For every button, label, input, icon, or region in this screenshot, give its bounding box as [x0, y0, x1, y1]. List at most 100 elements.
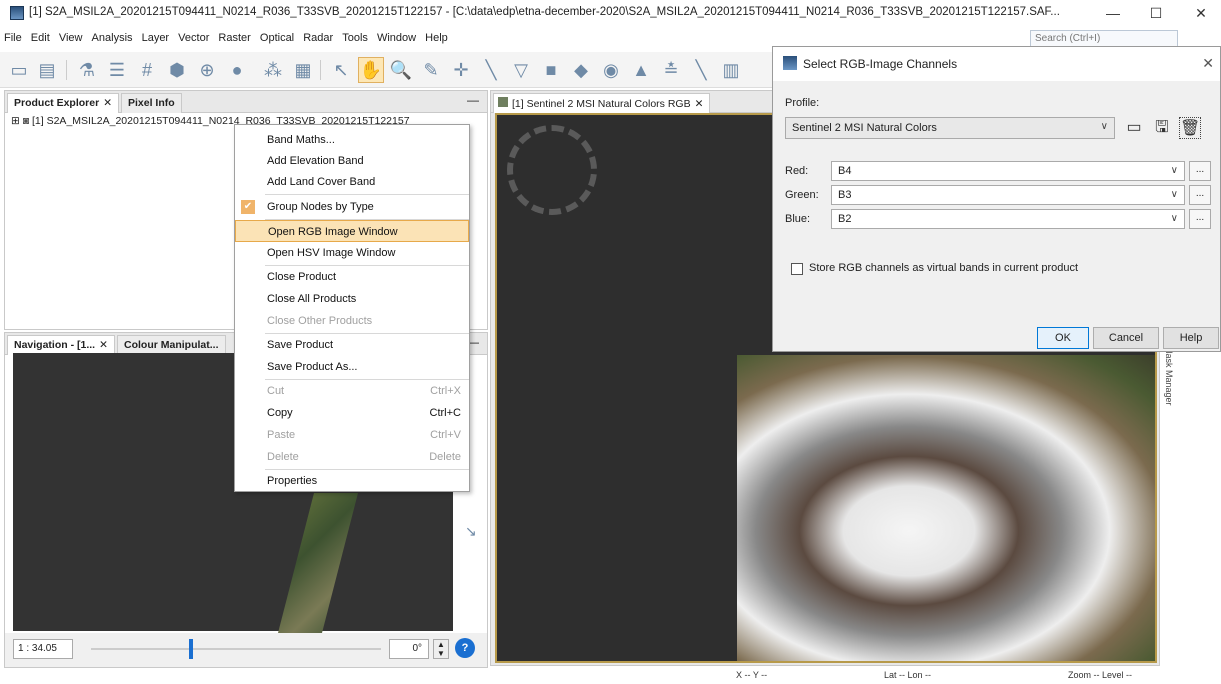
ellipse-tool-icon[interactable]: ◆ — [568, 57, 594, 83]
tab-product-explorer[interactable]: Product Explorer ✕ — [7, 93, 119, 113]
zoom-tool-icon[interactable]: 🔍 — [388, 57, 414, 83]
select-tool-icon[interactable]: ↖ — [328, 57, 354, 83]
pin-tool-icon[interactable]: ✎ — [418, 57, 444, 83]
save-product-icon[interactable]: ▤ — [34, 57, 60, 83]
red-expression-button[interactable]: ... — [1189, 161, 1211, 181]
scale-field[interactable]: 1 : 34.05 — [13, 639, 73, 659]
close-icon[interactable]: ✕ — [103, 97, 112, 109]
menu-item-band-maths[interactable]: Band Maths... — [235, 129, 469, 151]
help-icon[interactable]: ? — [455, 638, 475, 658]
tab-navigation[interactable]: Navigation - [1... ✕ — [7, 335, 115, 355]
close-icon[interactable]: ✕ — [695, 98, 704, 110]
menu-item-label: Open RGB Image Window — [268, 226, 398, 238]
profile-select[interactable]: Sentinel 2 MSI Natural Colors ∨ — [785, 117, 1115, 139]
store-virtual-bands-checkbox[interactable] — [791, 263, 803, 275]
menu-window[interactable]: Window — [377, 32, 416, 44]
xy-readout: X -- Y -- — [736, 670, 768, 680]
menu-file[interactable]: File — [4, 32, 22, 44]
blue-expression-button[interactable]: ... — [1189, 209, 1211, 229]
ok-button[interactable]: OK — [1037, 327, 1089, 349]
menu-layer[interactable]: Layer — [142, 32, 170, 44]
delete-profile-icon[interactable]: 🗑 — [1179, 117, 1201, 139]
help-button[interactable]: Help — [1163, 327, 1219, 349]
sync-cursor-icon[interactable]: ↘ — [465, 523, 477, 540]
range-finder-icon[interactable]: ▲ — [628, 57, 654, 83]
dialog-close-icon[interactable]: ✕ — [1202, 55, 1214, 72]
rotation-angle-field[interactable]: 0° — [389, 639, 429, 659]
tab-label: Pixel Info — [128, 97, 175, 109]
green-channel-select[interactable]: B3 ∨ — [831, 185, 1185, 205]
table-icon[interactable]: ▥ — [718, 57, 744, 83]
tab-rgb-image-view[interactable]: [1] Sentinel 2 MSI Natural Colors RGB ✕ — [493, 93, 711, 113]
maximize-button[interactable]: ☐ — [1136, 2, 1176, 24]
tab-colour-manipulation[interactable]: Colour Manipulat... — [117, 335, 226, 355]
tab-pixel-info[interactable]: Pixel Info — [121, 93, 182, 113]
minimize-button[interactable]: — — [1093, 2, 1133, 24]
minimize-panel-icon[interactable]: — — [467, 93, 479, 107]
menu-item-close-product[interactable]: Close Product — [235, 266, 469, 288]
menu-item-label: Save Product As... — [267, 361, 358, 373]
gcp-tool-icon[interactable]: ✛ — [448, 57, 474, 83]
chevron-down-icon: ∨ — [1170, 165, 1178, 176]
save-profile-icon[interactable]: 🖫 — [1151, 117, 1173, 139]
toolbar: ▭ ▤ ⚗ ☰ # ⬢ ⊕ ● ⁂ ▦ ↖ ✋ 🔍 ✎ ✛ ╲ ▽ ■ ◆ ◉ … — [0, 52, 790, 88]
green-expression-button[interactable]: ... — [1189, 185, 1211, 205]
cancel-button[interactable]: Cancel — [1093, 327, 1159, 349]
open-profile-icon[interactable]: ▭ — [1123, 117, 1145, 139]
band-maths-icon[interactable]: ⚗ — [74, 57, 100, 83]
close-button[interactable]: ✕ — [1181, 2, 1221, 24]
line-tool-icon[interactable]: ╲ — [478, 57, 504, 83]
layer-icon[interactable]: ☰ — [104, 57, 130, 83]
measure-tool-icon[interactable]: ╲ — [688, 57, 714, 83]
gcp-icon[interactable]: ⊕ — [194, 57, 220, 83]
rotation-spinner[interactable]: ▲ ▼ — [433, 639, 449, 659]
magic-wand-icon[interactable]: ◉ — [598, 57, 624, 83]
menu-item-properties[interactable]: Properties — [235, 470, 469, 492]
tab-label: [1] Sentinel 2 MSI Natural Colors RGB — [512, 98, 691, 110]
vector-icon[interactable]: ⬢ — [164, 57, 190, 83]
blue-channel-select[interactable]: B2 ∨ — [831, 209, 1185, 229]
menu-optical[interactable]: Optical — [260, 32, 294, 44]
graph-icon[interactable]: ⁂ — [260, 57, 286, 83]
menu-item-label: Open HSV Image Window — [267, 247, 396, 259]
menu-item-add-elevation-band[interactable]: Add Elevation Band — [235, 150, 469, 172]
tab-label: Navigation - [1... — [14, 339, 96, 351]
menu-view[interactable]: View — [59, 32, 83, 44]
menu-raster[interactable]: Raster — [218, 32, 250, 44]
menu-item-label: Close All Products — [267, 293, 357, 305]
menu-item-open-rgb-image-window[interactable]: Open RGB Image Window — [235, 220, 469, 242]
menu-item-open-hsv-image-window[interactable]: Open HSV Image Window — [235, 242, 469, 264]
title-bar: [1] S2A_MSIL2A_20201215T094411_N0214_R03… — [0, 0, 1221, 26]
menu-edit[interactable]: Edit — [31, 32, 50, 44]
menu-analysis[interactable]: Analysis — [92, 32, 133, 44]
menu-item-group-nodes-by-type[interactable]: ✔ Group Nodes by Type — [235, 196, 469, 218]
close-icon[interactable]: ✕ — [99, 339, 108, 351]
menu-item-copy[interactable]: Copy Ctrl+C — [235, 402, 469, 424]
expand-icon[interactable]: ⊞ — [11, 115, 20, 127]
navigation-compass-icon[interactable] — [507, 125, 597, 215]
menu-item-save-product-as[interactable]: Save Product As... — [235, 356, 469, 378]
info-tool-icon[interactable]: ≛ — [658, 57, 684, 83]
grid-icon[interactable]: # — [134, 57, 160, 83]
image-footprint — [278, 493, 358, 633]
menu-vector[interactable]: Vector — [178, 32, 209, 44]
mask-manager-side-tab[interactable]: Mask Manager — [1160, 346, 1174, 426]
polygon-tool-icon[interactable]: ▽ — [508, 57, 534, 83]
menu-item-label: Cut — [267, 385, 285, 397]
batch-icon[interactable]: ▦ — [290, 57, 316, 83]
zoom-slider-track[interactable] — [91, 648, 381, 650]
menu-item-close-all-products[interactable]: Close All Products — [235, 288, 469, 310]
menu-item-add-land-cover-band[interactable]: Add Land Cover Band — [235, 171, 469, 193]
zoom-slider-thumb[interactable] — [189, 639, 193, 659]
menu-radar[interactable]: Radar — [303, 32, 333, 44]
menu-item-save-product[interactable]: Save Product — [235, 334, 469, 356]
pan-tool-icon[interactable]: ✋ — [358, 57, 384, 83]
red-channel-select[interactable]: B4 ∨ — [831, 161, 1185, 181]
menu-tools[interactable]: Tools — [342, 32, 368, 44]
rectangle-tool-icon[interactable]: ■ — [538, 57, 564, 83]
pin-icon[interactable]: ● — [224, 57, 250, 83]
dialog-title-bar: Select RGB-Image Channels ✕ — [773, 47, 1220, 81]
dialog-title: Select RGB-Image Channels — [803, 57, 958, 71]
menu-help[interactable]: Help — [425, 32, 448, 44]
open-product-icon[interactable]: ▭ — [6, 57, 32, 83]
